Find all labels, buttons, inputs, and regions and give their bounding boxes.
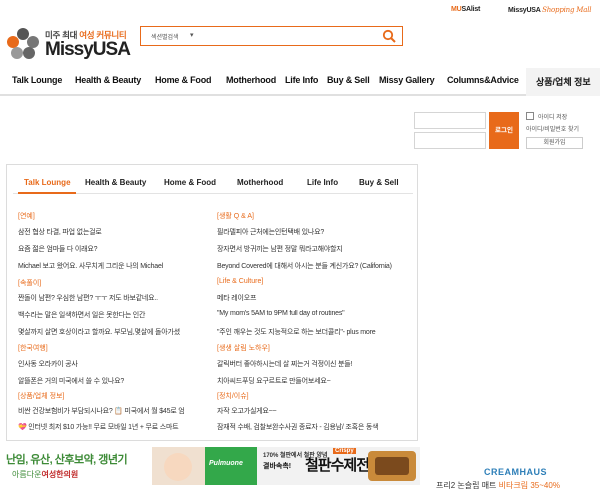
list-item[interactable]: 갈릭버터 좋아하시는데 살 찌는거 걱정이신 분들!: [217, 359, 412, 369]
join-button[interactable]: 회원가입: [526, 137, 583, 149]
list-item[interactable]: 치아씨드푸딩 요구르트로 만들어보세요~: [217, 376, 412, 386]
id-field[interactable]: [414, 112, 486, 129]
list-item[interactable]: 백수라는 말은 일색하면서 일은 못한다는 인간: [18, 310, 208, 320]
clinic-banner-ad[interactable]: 난임, 유산, 산후보약, 갱년기 아름다운여성한의원: [0, 447, 205, 485]
section-title[interactable]: [한국여행]: [18, 343, 48, 353]
ad-promo-line: 결바속촉!: [263, 463, 292, 470]
list-item[interactable]: 비싼 건강보험비가 부담되시나요? 📋 미국에서 월 $45로 엄: [18, 406, 208, 416]
list-item[interactable]: 필라델피아 근처에는인턴택배 있나요?: [217, 227, 412, 237]
creamhaus-ad[interactable]: CREAMHAUS 프리2 논슬립 매트 비타크림 35~40%: [421, 466, 600, 496]
nav-columns-advice[interactable]: Columns&Advice: [447, 75, 519, 85]
chevron-down-icon[interactable]: ▾: [190, 31, 194, 39]
ad-clinic-name: 아름다운여성한의원: [12, 470, 79, 479]
section-title[interactable]: [Life & Culture]: [217, 278, 263, 285]
pulmuone-logo: Pulmuone: [205, 447, 257, 485]
tab-talk-lounge[interactable]: Talk Lounge: [24, 178, 71, 187]
tab-buy-sell[interactable]: Buy & Sell: [359, 178, 399, 187]
pulmuone-banner-ad[interactable]: Pulmuone 170% 철판에서 철판 양념 결바속촉! 철판수제전 Cri…: [205, 447, 420, 485]
musalist-link[interactable]: MUSAlist: [451, 6, 480, 13]
list-item[interactable]: 요즘 젊은 엄마들 다 이래요?: [18, 244, 208, 254]
nav-talk-lounge[interactable]: Talk Lounge: [12, 75, 62, 85]
ad-offer: 프리2 논슬립 매트 비타크림 35~40%: [436, 481, 560, 490]
ad-brand: CREAMHAUS: [484, 467, 547, 477]
list-item[interactable]: Michael 보고 왔어요. 사무치게 그리운 나의 Michael: [18, 261, 208, 271]
nav-category-products[interactable]: 상품/업체 정보: [526, 68, 600, 96]
tab-health-beauty[interactable]: Health & Beauty: [85, 178, 146, 187]
nav-buy-sell[interactable]: Buy & Sell: [327, 75, 370, 85]
tab-home-food[interactable]: Home & Food: [164, 178, 216, 187]
active-tab-indicator: [18, 192, 76, 194]
tab-motherhood[interactable]: Motherhood: [237, 178, 283, 187]
list-item[interactable]: 몇살까지 살면 호상이라고 할까요. 부모님,몇살에 돌아가셨: [18, 327, 208, 337]
list-item[interactable]: 알뜰폰은 거의 미국에서 쓸 수 있나요?: [18, 376, 208, 386]
food-image-detail: [375, 457, 409, 475]
list-item[interactable]: Beyond Covered에 대해서 아시는 분들 계신가요? (Califo…: [217, 261, 412, 271]
section-title[interactable]: [생생 살림 노하우]: [217, 343, 270, 353]
list-item[interactable]: 메타 레이오프: [217, 293, 412, 303]
shopping-mall-link[interactable]: MissyUSA Shopping Mall: [508, 6, 591, 14]
search-icon[interactable]: [382, 29, 396, 43]
ad-product-name: 철판수제전: [305, 457, 370, 474]
save-id-label: 아이디 저장: [538, 115, 568, 121]
nav-home-food[interactable]: Home & Food: [155, 75, 211, 85]
board-panel: Talk Lounge Health & Beauty Home & Food …: [6, 164, 418, 441]
nav-life-info[interactable]: Life Info: [285, 75, 318, 85]
search-scope-select[interactable]: 섹션별검색: [151, 32, 179, 41]
section-title[interactable]: [정치/이슈]: [217, 391, 249, 401]
nav-missy-gallery[interactable]: Missy Gallery: [379, 75, 435, 85]
login-box: 로그인 아이디 저장 아이디/비밀번호 찾기 회원가입: [414, 110, 600, 152]
baby-face-shape: [164, 453, 192, 481]
logo-flower-icon: [7, 28, 39, 59]
list-item[interactable]: "주인 깨우는 것도 지능적으로 하는 보더콜리"- plus more: [217, 327, 412, 337]
ad-headline: 난임, 유산, 산후보약, 갱년기: [6, 454, 128, 466]
section-title[interactable]: [연예]: [18, 211, 35, 221]
tab-life-info[interactable]: Life Info: [307, 178, 338, 187]
section-title[interactable]: [상품/업체 정보]: [18, 391, 64, 401]
section-title[interactable]: [속풀이]: [18, 278, 41, 288]
nav-motherhood[interactable]: Motherhood: [226, 75, 276, 85]
password-field[interactable]: [414, 132, 486, 149]
main-nav: Talk Lounge Health & Beauty Home & Food …: [0, 68, 600, 96]
baby-image: [152, 447, 205, 485]
ad-crispy-tag: Crispy: [333, 448, 356, 454]
find-account-link[interactable]: 아이디/비밀번호 찾기: [526, 124, 579, 133]
search-bar[interactable]: 섹션별검색 ▾: [140, 26, 403, 46]
logo-name: MissyUSA: [45, 39, 131, 60]
list-item[interactable]: 💝 인터넷 최저 $10 가능!! 무료 모바일 1년 + 무료 스마트: [18, 422, 208, 432]
login-button[interactable]: 로그인: [489, 112, 519, 149]
list-item[interactable]: 잠재적 수배, 검찰보완수사권 종료자 - 김용남/ 조혹은 동색: [217, 422, 412, 432]
save-id-checkbox[interactable]: [526, 112, 534, 120]
section-title[interactable]: [생활 Q & A]: [217, 211, 254, 221]
list-item[interactable]: 인사동 오라카이 공사: [18, 359, 208, 369]
top-bar: MUSAlist MissyUSA Shopping Mall: [0, 0, 600, 22]
list-item[interactable]: 장자면서 방귀끼는 남편 정말 뭐라고해야할지: [217, 244, 412, 254]
site-logo[interactable]: 미주 최대 여성 커뮤니티 MissyUSA: [5, 26, 131, 62]
nav-health-beauty[interactable]: Health & Beauty: [75, 75, 141, 85]
list-item[interactable]: 자작 오고가실게요~~: [217, 406, 412, 416]
list-item[interactable]: "My mom's 5AM to 9PM full day of routine…: [217, 310, 412, 317]
list-item[interactable]: 삼전 협상 타결, 파업 없는걸로: [18, 227, 208, 237]
list-item[interactable]: 짠돌이 남편? 우심한 남편? ㅜㅜ 저도 바보같네요..: [18, 293, 208, 303]
